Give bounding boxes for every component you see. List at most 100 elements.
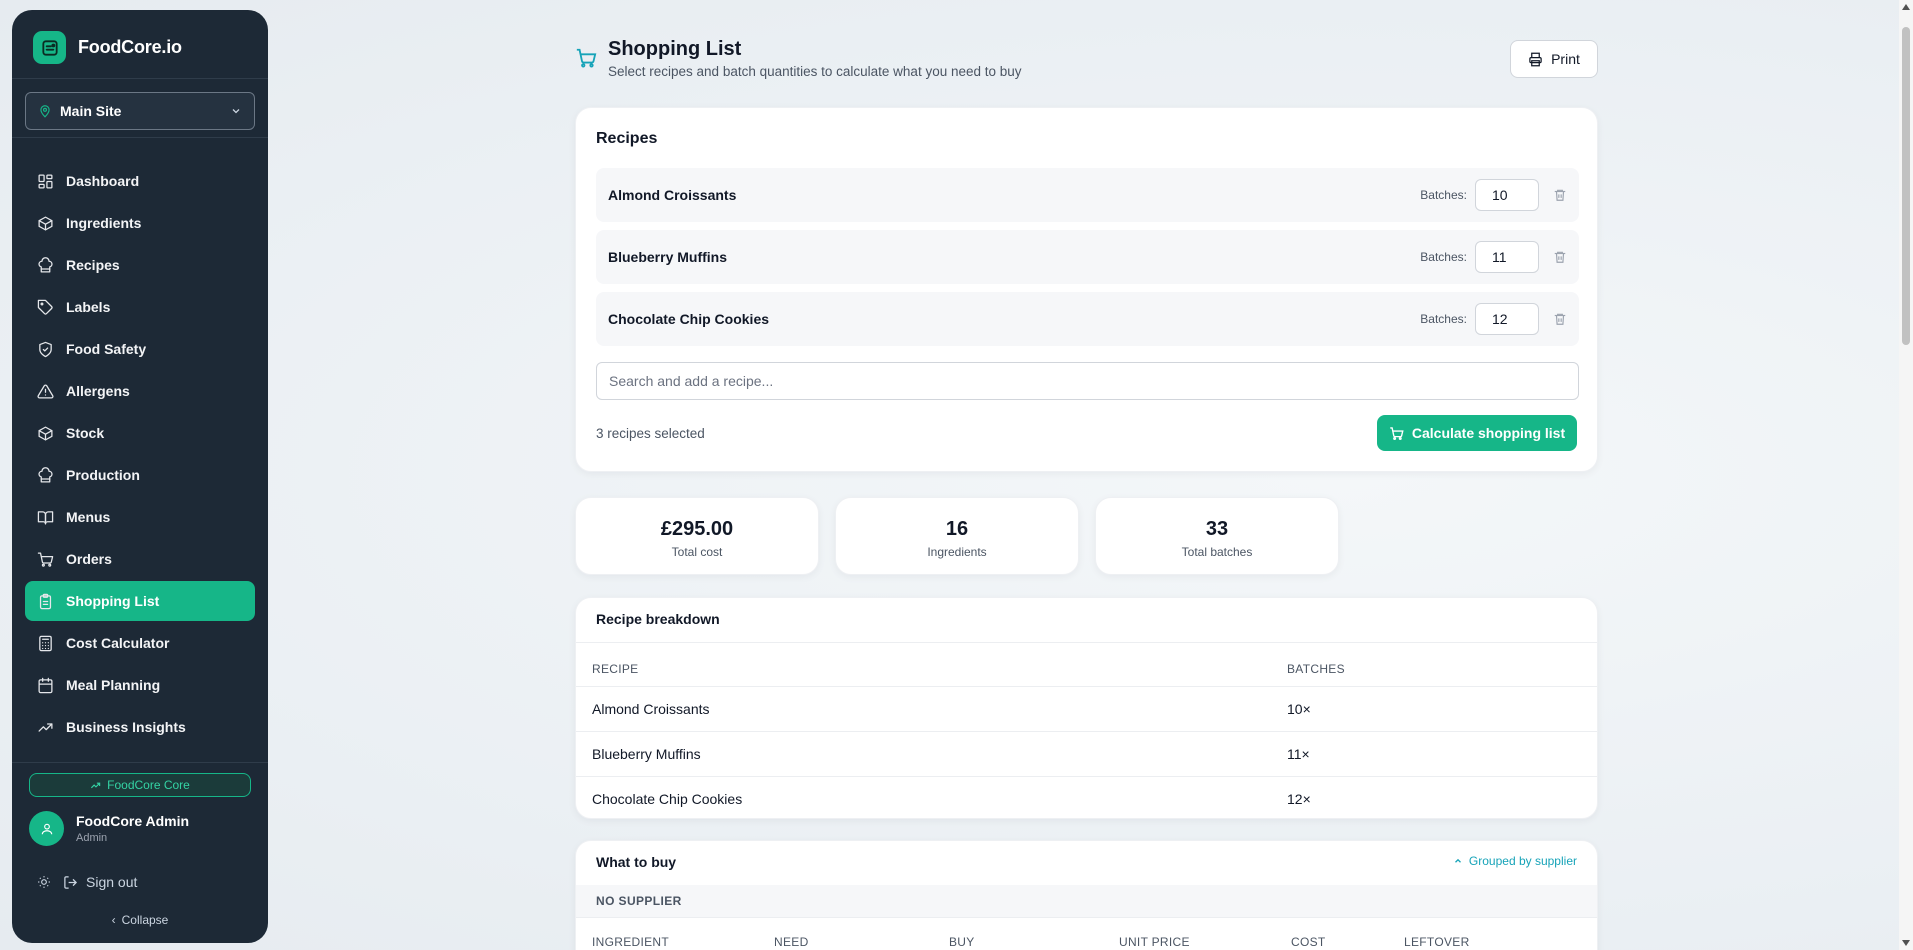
page-subtitle: Select recipes and batch quantities to c… (608, 64, 1022, 79)
sidebar-item-recipes[interactable]: Recipes (25, 245, 255, 285)
collapse-label: Collapse (121, 913, 169, 927)
sidebar-item-label: Allergens (66, 383, 130, 399)
trend-icon (91, 782, 101, 788)
box-icon (38, 215, 53, 231)
scroll-thumb[interactable] (1902, 27, 1910, 345)
calculate-button[interactable]: Calculate shopping list (1377, 415, 1577, 451)
calculate-label: Calculate shopping list (1411, 425, 1566, 441)
theme-toggle-sun-icon[interactable] (37, 875, 51, 889)
batches-input[interactable] (1475, 241, 1539, 273)
cart-icon (37, 551, 54, 567)
printer-icon (1529, 52, 1542, 66)
site-selector[interactable]: Main Site (25, 92, 255, 130)
plan-badge[interactable]: FoodCore Core (29, 773, 251, 797)
buy-title: What to buy (596, 854, 677, 870)
sidebar-item-stock[interactable]: Stock (25, 413, 255, 453)
sidebar: FoodCore.io Main Site Dashboard Ingredien… (12, 10, 268, 943)
sidebar-item-label: Recipes (66, 257, 120, 273)
breakdown-recipe: Chocolate Chip Cookies (592, 791, 743, 807)
brand-logo-icon (33, 31, 66, 64)
sidebar-item-ai-chef[interactable]: AI Chef (25, 749, 255, 762)
sidebar-item-shopping-list[interactable]: Shopping List (25, 581, 255, 621)
divider (576, 642, 1597, 643)
recipe-name: Chocolate Chip Cookies (608, 311, 770, 327)
chef-hat-icon (38, 256, 53, 273)
sidebar-divider (12, 78, 268, 79)
column-header-recipe: RECIPE (592, 662, 639, 676)
column-header-leftover: LEFTOVER (1404, 935, 1470, 949)
stat-value: £295.00 (660, 518, 734, 540)
recipes-title: Recipes (596, 130, 658, 147)
collapse-button[interactable]: ‹ Collapse (12, 913, 268, 927)
recipe-row: Chocolate Chip Cookies Batches: (596, 292, 1579, 346)
batches-input[interactable] (1475, 303, 1539, 335)
batches-label: Batches: (1420, 312, 1467, 326)
chef-hat-icon (38, 466, 53, 483)
signout-row: Sign out (37, 874, 137, 890)
brand-name: FoodCore.io (78, 37, 182, 57)
table-row: Blueberry Muffins 11× (576, 732, 1597, 777)
supplier-name: NO SUPPLIER (596, 894, 682, 908)
sidebar-item-production[interactable]: Production (25, 455, 255, 495)
batches-input[interactable] (1475, 179, 1539, 211)
signout-label: Sign out (86, 874, 138, 890)
grouped-by-supplier-toggle[interactable]: Grouped by supplier (1453, 854, 1577, 868)
sidebar-item-label: Labels (66, 299, 111, 315)
sidebar-item-menus[interactable]: Menus (25, 497, 255, 537)
user-profile[interactable]: FoodCore Admin Admin (29, 811, 189, 846)
recipe-row: Blueberry Muffins Batches: (596, 230, 1579, 284)
warning-icon (37, 383, 54, 399)
batches-label: Batches: (1420, 250, 1467, 264)
sidebar-item-meal-planning[interactable]: Meal Planning (25, 665, 255, 705)
page-scrollbar[interactable] (1899, 0, 1913, 950)
supplier-group-header[interactable]: NO SUPPLIER (576, 885, 1597, 917)
cart-icon (1390, 426, 1404, 440)
sidebar-item-cost-calculator[interactable]: Cost Calculator (25, 623, 255, 663)
breakdown-batches: 11× (1287, 746, 1310, 762)
trash-icon[interactable] (1553, 312, 1567, 326)
column-header-batches: BATCHES (1287, 662, 1345, 676)
recipe-search-input[interactable] (596, 362, 1579, 400)
trash-icon[interactable] (1553, 250, 1567, 264)
table-row: Almond Croissants 10× (576, 687, 1597, 732)
selected-count: 3 recipes selected (596, 426, 705, 441)
sidebar-item-orders[interactable]: Orders (25, 539, 255, 579)
scroll-down-arrow[interactable] (1902, 940, 1910, 946)
avatar (29, 811, 64, 846)
chevron-left-icon: ‹ (111, 913, 116, 927)
column-header-cost: COST (1291, 935, 1326, 949)
sidebar-item-labels[interactable]: Labels (25, 287, 255, 327)
sidebar-divider (12, 762, 268, 763)
breakdown-title: Recipe breakdown (596, 611, 720, 627)
sidebar-item-food-safety[interactable]: Food Safety (25, 329, 255, 369)
user-icon (41, 823, 52, 834)
stat-value: 33 (1205, 518, 1229, 540)
sidebar-item-dashboard[interactable]: Dashboard (25, 161, 255, 201)
calendar-icon (38, 677, 53, 693)
table-row: Chocolate Chip Cookies 12× (576, 777, 1597, 818)
chevron-down-icon (232, 109, 240, 114)
trash-icon[interactable] (1553, 188, 1567, 202)
sidebar-item-business-insights[interactable]: Business Insights (25, 707, 255, 747)
shield-icon (39, 341, 52, 357)
sidebar-item-ingredients[interactable]: Ingredients (25, 203, 255, 243)
signout-button[interactable]: Sign out (63, 874, 137, 890)
brand[interactable]: FoodCore.io (33, 31, 182, 64)
book-icon (37, 510, 54, 525)
box-icon (38, 425, 53, 441)
scroll-up-arrow[interactable] (1902, 4, 1910, 10)
stat-card-total-cost: £295.00 Total cost (575, 497, 819, 575)
cart-icon (576, 48, 597, 68)
sidebar-item-label: Cost Calculator (66, 635, 170, 651)
sidebar-item-label: Orders (66, 551, 112, 567)
breakdown-batches: 10× (1287, 701, 1311, 717)
page-title: Shopping List (608, 38, 742, 60)
grouped-label: Grouped by supplier (1468, 854, 1577, 868)
plan-badge-label: FoodCore Core (107, 778, 190, 792)
what-to-buy-card: What to buy Grouped by supplier NO SUPPL… (575, 840, 1598, 950)
sidebar-item-allergens[interactable]: Allergens (25, 371, 255, 411)
clipboard-icon (39, 593, 52, 609)
print-button[interactable]: Print (1510, 40, 1598, 78)
sidebar-nav: Dashboard Ingredients Recipes Labels Food Sa… (12, 150, 268, 762)
sidebar-item-label: Business Insights (66, 719, 186, 735)
